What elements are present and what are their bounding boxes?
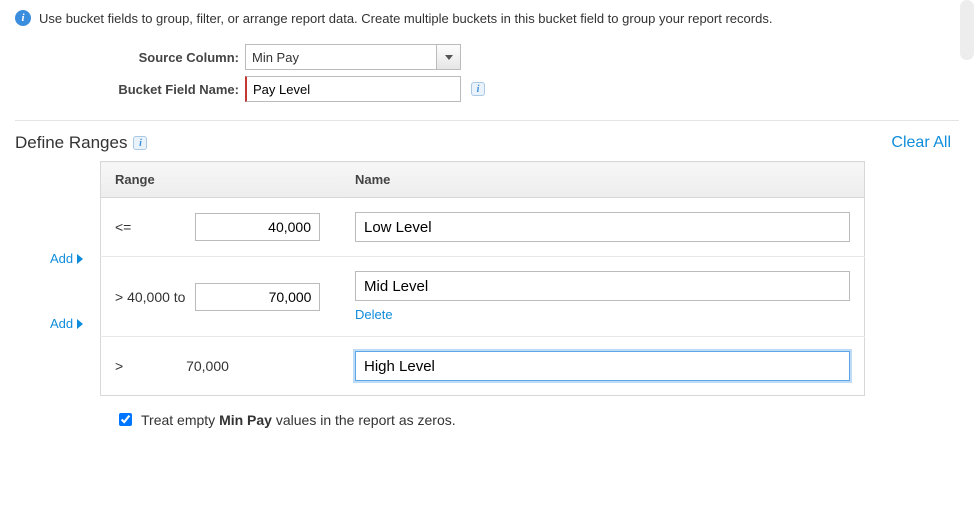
clear-all-link[interactable]: Clear All (891, 134, 951, 152)
range-name-input[interactable] (355, 212, 850, 242)
add-range-link[interactable]: Add (15, 251, 100, 266)
delete-range-link[interactable]: Delete (355, 307, 393, 322)
info-text: Use bucket fields to group, filter, or a… (39, 11, 772, 26)
source-column-value: Min Pay (246, 45, 436, 69)
range-value-input[interactable] (195, 213, 320, 241)
bucket-field-name-input[interactable] (245, 76, 461, 102)
triangle-right-icon (77, 319, 83, 329)
col-header-range: Range (101, 162, 342, 198)
add-range-link[interactable]: Add (15, 316, 100, 331)
triangle-right-icon (77, 254, 83, 264)
table-row: > 40,000 to Delete (101, 257, 865, 337)
range-name-input[interactable] (355, 271, 850, 301)
help-icon[interactable]: i (133, 136, 147, 150)
divider (15, 120, 959, 121)
treat-empty-field: Min Pay (219, 412, 272, 428)
add-label: Add (50, 316, 73, 331)
range-operator: > 40,000 to (115, 289, 185, 305)
table-row: > 70,000 (101, 337, 865, 396)
add-label: Add (50, 251, 73, 266)
range-operator: <= (115, 219, 185, 235)
treat-empty-post: values in the report as zeros. (272, 412, 456, 428)
chevron-down-icon (445, 55, 453, 60)
ranges-table: Range Name <= > 40,000 to (100, 161, 865, 396)
help-icon[interactable]: i (471, 82, 485, 96)
source-column-dropdown-button[interactable] (436, 45, 460, 69)
table-row: <= (101, 198, 865, 257)
treat-empty-checkbox[interactable] (119, 413, 132, 426)
source-column-select[interactable]: Min Pay (245, 44, 461, 70)
scrollbar[interactable] (960, 0, 974, 60)
range-name-input[interactable] (355, 351, 850, 381)
info-icon: i (15, 10, 31, 26)
col-header-name: Name (341, 162, 865, 198)
section-title: Define Ranges (15, 133, 127, 153)
range-value-input[interactable] (195, 283, 320, 311)
range-operator: > (115, 358, 135, 374)
treat-empty-pre: Treat empty (141, 412, 219, 428)
range-value-static: 70,000 (145, 358, 270, 374)
bucket-field-name-label: Bucket Field Name: (105, 82, 245, 97)
source-column-label: Source Column: (105, 50, 245, 65)
